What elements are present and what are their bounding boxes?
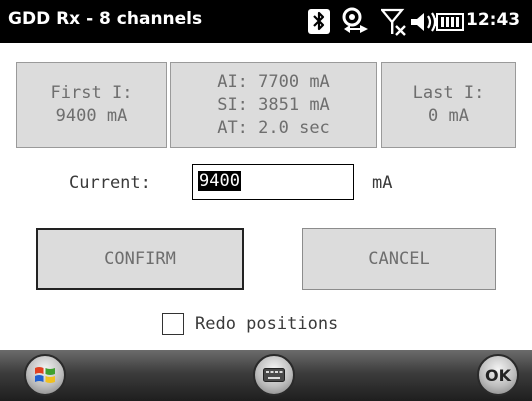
current-label: Current:: [69, 173, 151, 193]
ok-button-label: OK: [485, 365, 511, 385]
first-current-box: First I: 9400 mA: [16, 62, 167, 148]
current-input-value: 9400: [198, 171, 241, 191]
cancel-button[interactable]: CANCEL: [302, 228, 496, 290]
at-value: AT: 2.0 sec: [217, 117, 330, 138]
last-current-box: Last I: 0 mA: [381, 62, 516, 148]
confirm-button-label: CONFIRM: [104, 249, 176, 269]
windows-start-icon[interactable]: [24, 354, 66, 396]
network-sync-icon[interactable]: [340, 7, 370, 50]
battery-icon[interactable]: [434, 13, 464, 56]
status-bar: GDD Rx - 8 channels 12:43: [0, 0, 532, 43]
si-value: SI: 3851 mA: [217, 94, 330, 115]
last-current-value: 0 mA: [428, 106, 469, 126]
last-current-label: Last I:: [412, 83, 485, 103]
clock[interactable]: 12:43: [466, 10, 520, 30]
ok-button[interactable]: OK: [477, 354, 519, 396]
first-current-label: First I:: [50, 83, 133, 103]
first-current-value: 9400 mA: [55, 106, 128, 126]
confirm-button[interactable]: CONFIRM: [36, 228, 244, 290]
current-stats-box: AI: 7700 mA SI: 3851 mA AT: 2.0 sec: [170, 62, 377, 148]
current-unit: mA: [372, 173, 393, 193]
keyboard-icon[interactable]: [253, 354, 295, 396]
no-signal-icon[interactable]: [381, 8, 407, 51]
app-title: GDD Rx - 8 channels: [8, 9, 203, 29]
ai-value: AI: 7700 mA: [217, 71, 330, 92]
cancel-button-label: CANCEL: [368, 249, 430, 269]
bottom-bar: OK: [0, 350, 532, 401]
redo-positions-label[interactable]: Redo positions: [195, 314, 338, 334]
redo-positions-checkbox[interactable]: [162, 313, 184, 335]
bluetooth-icon[interactable]: [308, 9, 330, 52]
current-input[interactable]: 9400: [192, 164, 354, 200]
